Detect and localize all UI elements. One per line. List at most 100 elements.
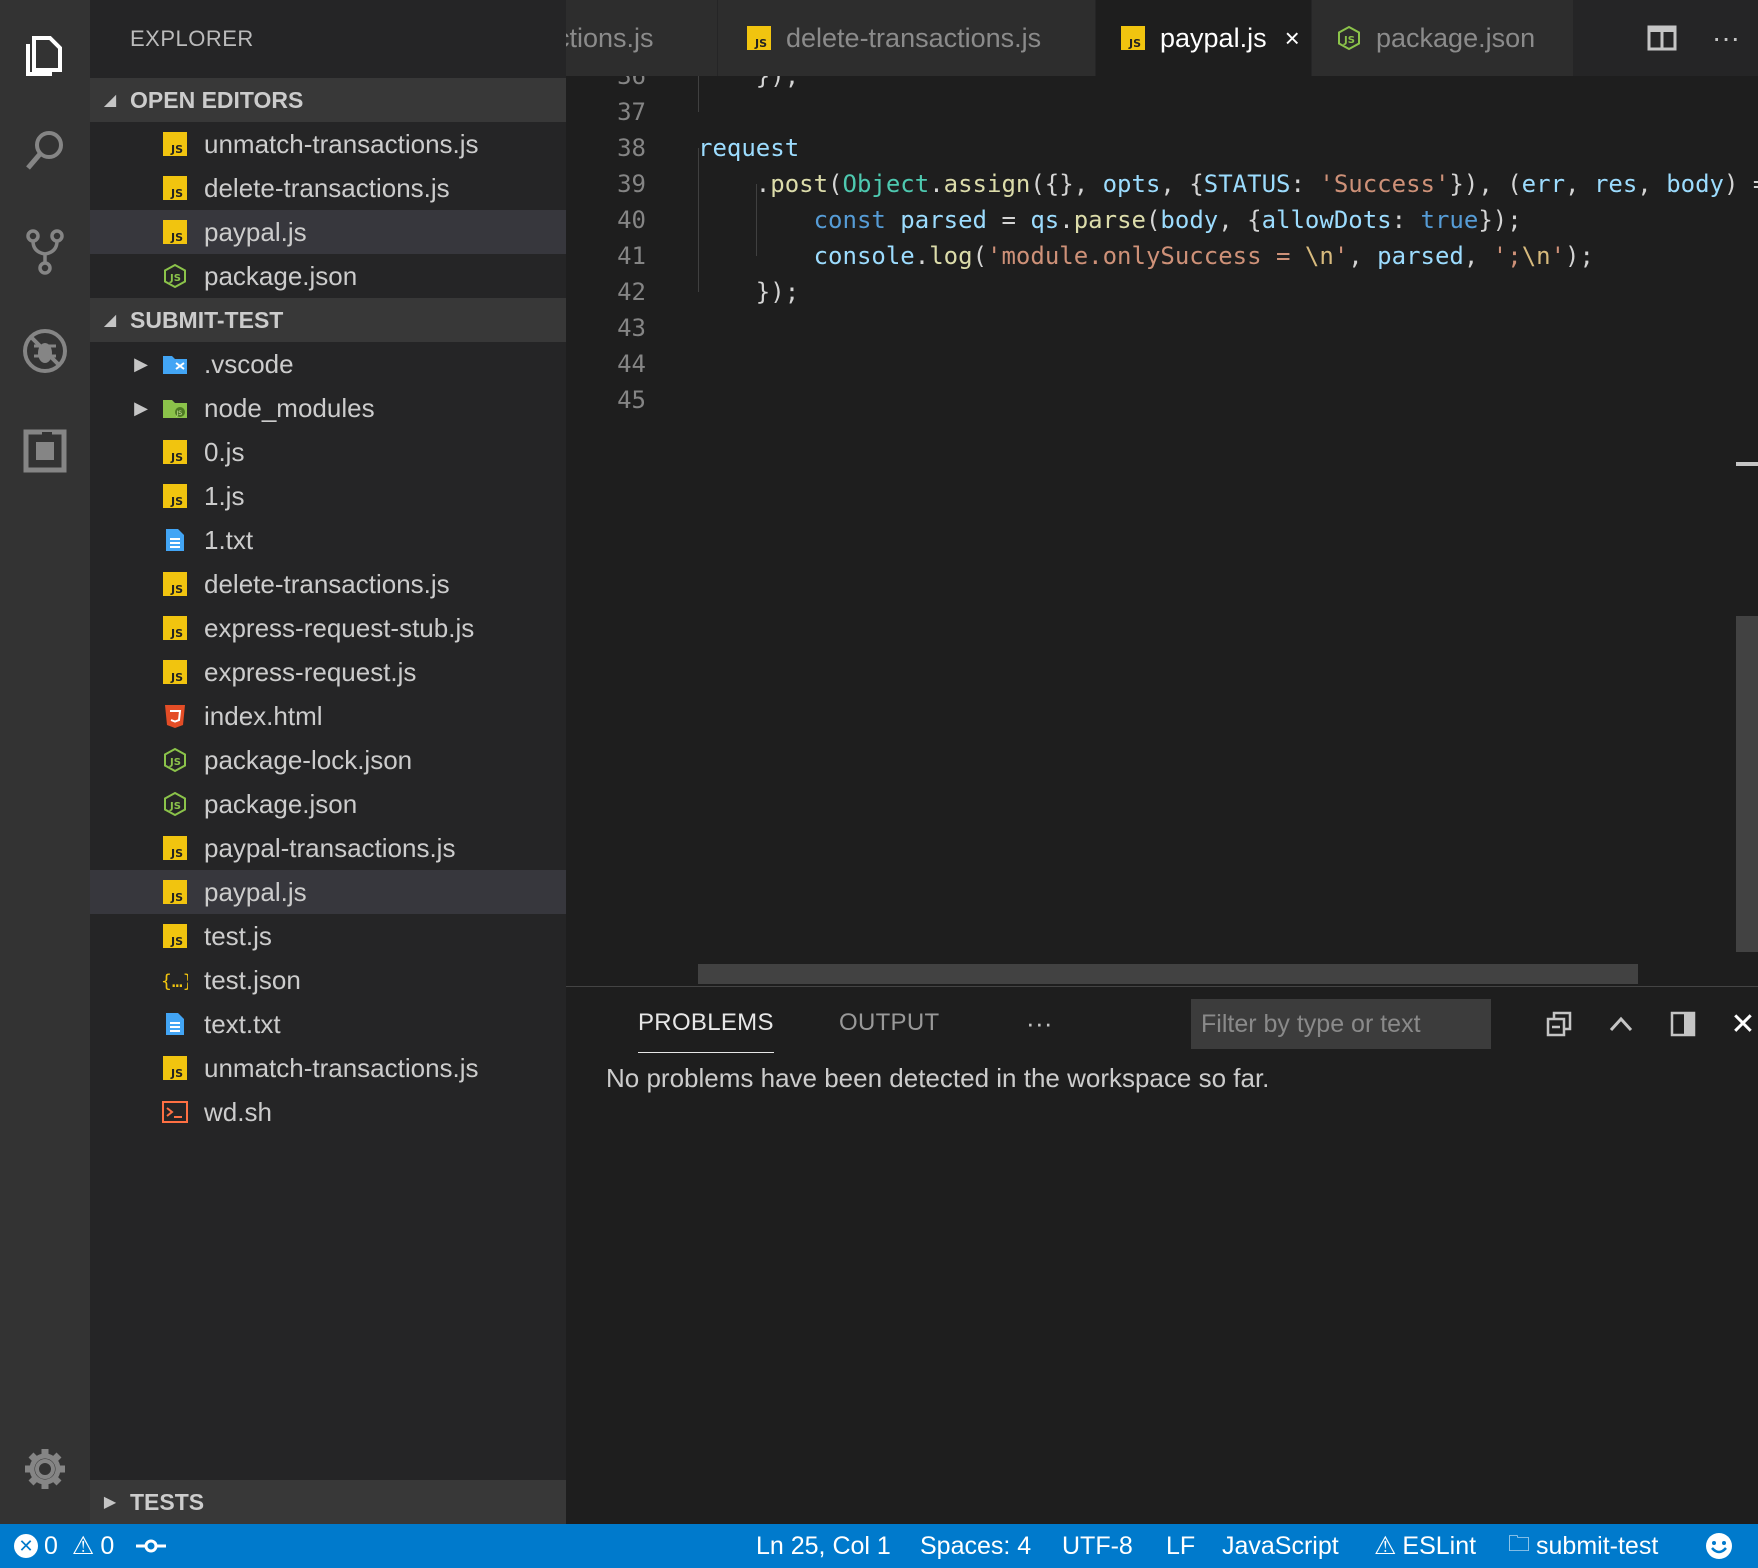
file-item-wd-sh[interactable]: wd.sh (90, 1090, 566, 1134)
line-number: 44 (617, 350, 646, 378)
tab-package-json[interactable]: JS package.json (1312, 0, 1574, 76)
collapse-all-icon[interactable] (1534, 999, 1584, 1049)
more-actions-icon[interactable]: ··· (1694, 22, 1758, 54)
chevron-down-icon: ◢ (103, 92, 117, 109)
explorer-icon[interactable] (0, 8, 90, 98)
source-control-icon[interactable] (0, 206, 90, 296)
svg-text:JS: JS (170, 187, 183, 200)
error-count: 0 (44, 1531, 58, 1560)
horizontal-scrollbar[interactable] (698, 964, 1638, 984)
code-line: 39 .post(Object.assign({}, opts, {STATUS… (566, 166, 1758, 202)
line-content: .post(Object.assign({}, opts, {STATUS: '… (698, 170, 1758, 198)
vscode-folder-icon (162, 351, 188, 377)
file-item-0-js[interactable]: JS 0.js (90, 430, 566, 474)
panel-more-icon[interactable]: ··· (1026, 987, 1053, 1059)
file-item-1-txt[interactable]: 1.txt (90, 518, 566, 562)
code-line: 45 (566, 382, 1758, 418)
gear-icon[interactable] (0, 1424, 90, 1514)
tab-output[interactable]: OUTPUT (839, 987, 939, 1059)
line-number: 37 (617, 98, 646, 126)
line-content: }); (698, 278, 800, 306)
svg-text:JS: JS (170, 143, 183, 156)
chevron-right-icon[interactable]: ▶ (90, 354, 162, 375)
close-icon[interactable]: × (1285, 23, 1300, 54)
js-file-icon: JS (162, 219, 188, 245)
code-line: 36 }); (566, 76, 1758, 94)
file-label: unmatch-transactions.js (204, 1052, 479, 1083)
indentation[interactable]: Spaces: 4 (920, 1524, 1031, 1568)
file-item-package-lock-json[interactable]: JS package-lock.json (90, 738, 566, 782)
toggle-panel-position-icon[interactable] (1658, 999, 1708, 1049)
tests-header[interactable]: ▶ TESTS (90, 1480, 566, 1524)
language-mode[interactable]: JavaScript (1222, 1524, 1339, 1568)
section-title: SUBMIT-TEST (130, 306, 284, 333)
tab-delete-transactions[interactable]: JS delete-transactions.js (718, 0, 1096, 76)
svg-text:JS: JS (169, 273, 181, 284)
problems-status[interactable]: ✕ 0 ⚠ 0 (14, 1524, 114, 1568)
problems-message: No problems have been detected in the wo… (606, 1063, 1270, 1093)
problems-filter-input[interactable] (1191, 999, 1491, 1049)
file-item-index-html[interactable]: index.html (90, 694, 566, 738)
svg-text:JS: JS (170, 1067, 183, 1080)
node-file-icon: JS (1336, 25, 1362, 51)
feedback-smiley-icon[interactable] (1704, 1524, 1734, 1568)
tab-problems[interactable]: PROBLEMS (638, 987, 774, 1059)
tab-paypal[interactable]: JS paypal.js × (1096, 0, 1312, 76)
close-panel-icon[interactable]: ✕ (1718, 999, 1758, 1049)
file-label: .vscode (204, 348, 294, 379)
json-file-icon: {…} (162, 967, 188, 993)
git-commit-icon[interactable] (136, 1524, 166, 1568)
maximize-panel-icon[interactable] (1596, 999, 1646, 1049)
debug-icon[interactable] (0, 306, 90, 396)
file-item-test-json[interactable]: {…} test.json (90, 958, 566, 1002)
error-icon: ✕ (14, 1534, 38, 1558)
tab-unmatch-transactions[interactable]: ctions.js (566, 0, 718, 76)
file-label: 1.txt (204, 524, 254, 555)
js-file-icon: JS (162, 879, 188, 905)
file-item-test-js[interactable]: JS test.js (90, 914, 566, 958)
encoding[interactable]: UTF-8 (1062, 1524, 1133, 1568)
file-item-express-request-js[interactable]: JS express-request.js (90, 650, 566, 694)
warning-icon: ⚠ (71, 1532, 95, 1560)
file-item-package-json[interactable]: JS package.json (90, 782, 566, 826)
file-label: paypal-transactions.js (204, 832, 456, 863)
cursor-position[interactable]: Ln 25, Col 1 (756, 1524, 891, 1568)
eslint-status[interactable]: ⚠ ESLint (1374, 1524, 1476, 1568)
file-label: paypal.js (204, 876, 307, 907)
code-editor[interactable]: 36 }); 37 38 request 39 .post(Object.assign(… (566, 76, 1758, 986)
file-item-node-modules[interactable]: ▶ JS node_modules (90, 386, 566, 430)
open-editor-delete-transactions-js[interactable]: JS delete-transactions.js (90, 166, 566, 210)
svg-text:JS: JS (1128, 37, 1141, 50)
svg-text:JS: JS (170, 495, 183, 508)
file-item-paypal-js[interactable]: JS paypal.js (90, 870, 566, 914)
chevron-right-icon[interactable]: ▶ (90, 398, 162, 419)
file-label: node_modules (204, 392, 375, 423)
file-item-delete-transactions-js[interactable]: JS delete-transactions.js (90, 562, 566, 606)
sidebar-title: EXPLORER (130, 26, 254, 51)
open-editor-unmatch-transactions-js[interactable]: JS unmatch-transactions.js (90, 122, 566, 166)
search-icon[interactable] (0, 106, 90, 196)
extensions-icon[interactable] (0, 406, 90, 496)
file-item-unmatch-transactions-js[interactable]: JS unmatch-transactions.js (90, 1046, 566, 1090)
open-editors-header[interactable]: ◢ OPEN EDITORS (90, 78, 566, 122)
file-item-1-js[interactable]: JS 1.js (90, 474, 566, 518)
js-file-icon: JS (1120, 25, 1146, 51)
html-file-icon (162, 703, 188, 729)
file-item-vscode[interactable]: ▶ .vscode (90, 342, 566, 386)
workspace-folder[interactable]: 🗀 submit-test (1508, 1524, 1658, 1568)
split-editor-icon[interactable] (1630, 25, 1694, 51)
file-item-express-request-stub-js[interactable]: JS express-request-stub.js (90, 606, 566, 650)
chevron-down-icon: ◢ (103, 312, 117, 329)
js-file-icon: JS (162, 483, 188, 509)
open-editor-package-json[interactable]: JS package.json (90, 254, 566, 298)
file-item-paypal-transactions-js[interactable]: JS paypal-transactions.js (90, 826, 566, 870)
line-content: }); (698, 76, 800, 90)
js-file-icon: JS (162, 1055, 188, 1081)
js-file-icon: JS (162, 571, 188, 597)
file-item-text-txt[interactable]: text.txt (90, 1002, 566, 1046)
vertical-scrollbar[interactable] (1736, 616, 1758, 952)
open-editor-paypal-js[interactable]: JS paypal.js (90, 210, 566, 254)
project-header[interactable]: ◢ SUBMIT-TEST (90, 298, 566, 342)
line-ending[interactable]: LF (1166, 1524, 1195, 1568)
file-label: index.html (204, 700, 323, 731)
